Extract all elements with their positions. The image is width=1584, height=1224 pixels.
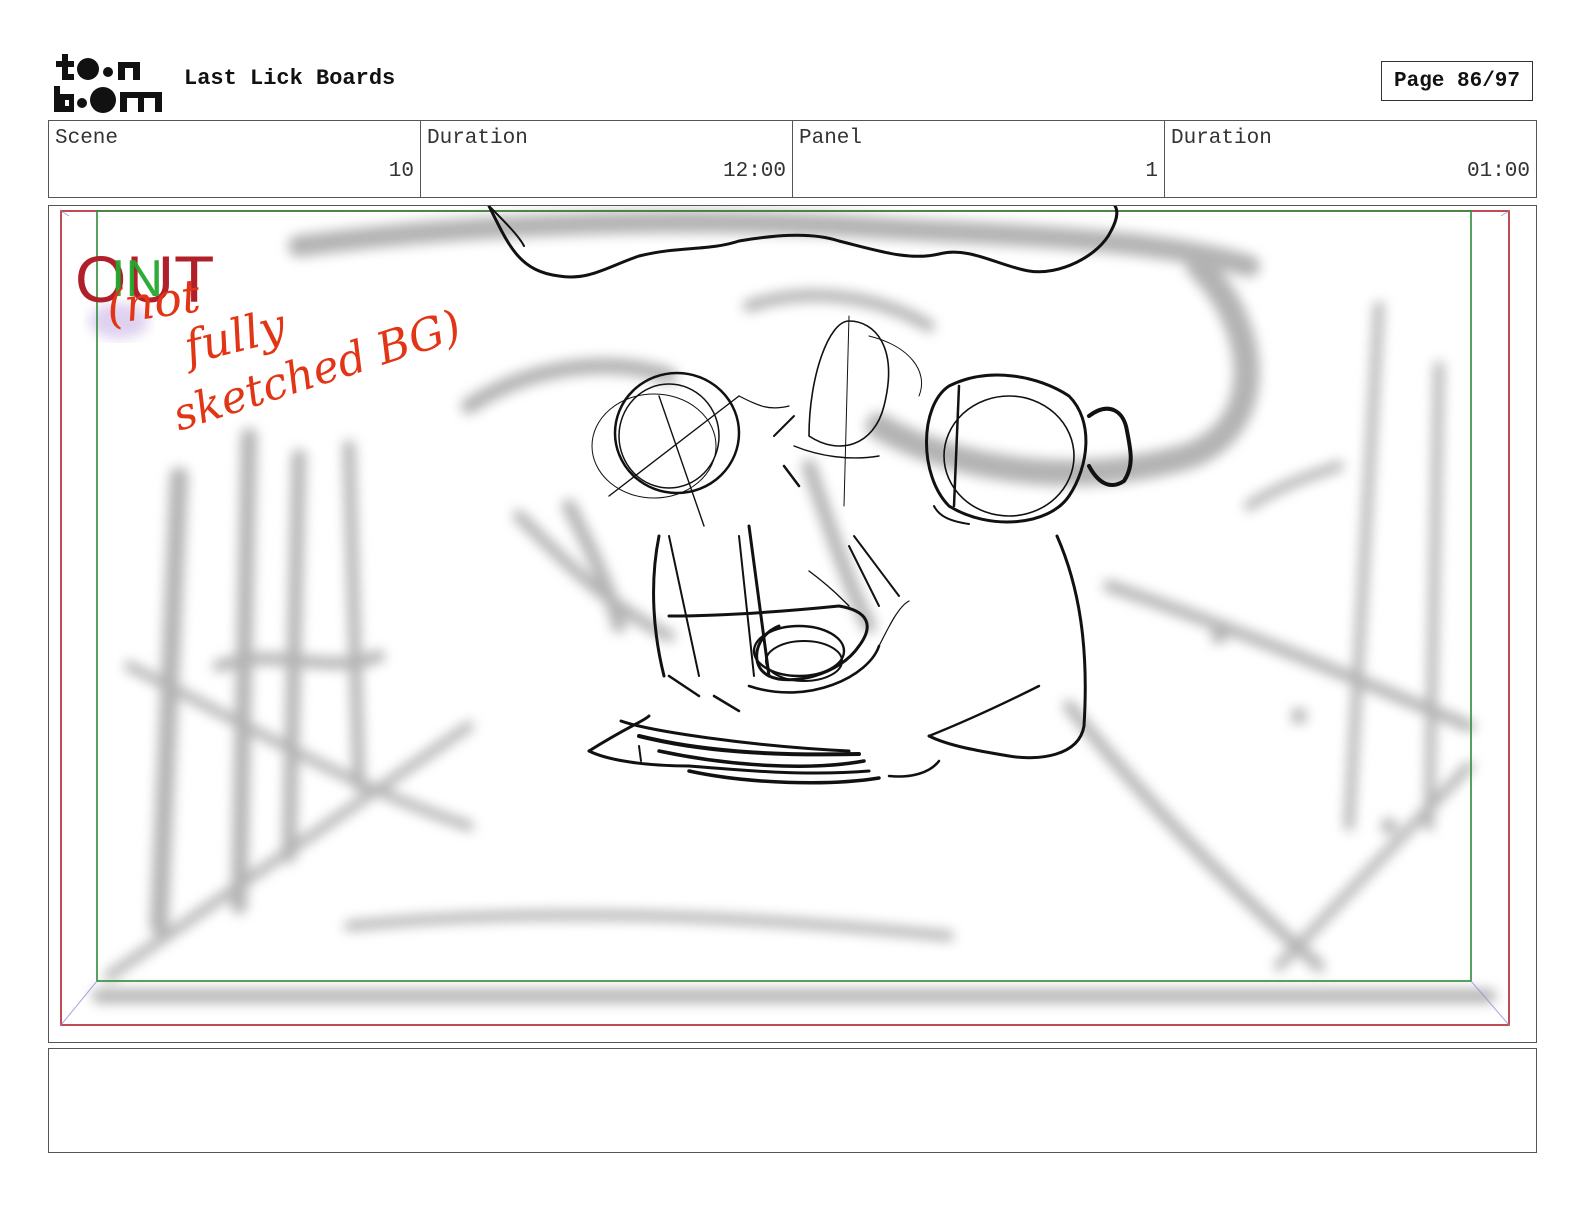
panel-label: Panel [799,127,863,150]
scene-label: Scene [55,127,119,150]
scene-cell: Scene 10 [49,121,421,197]
page-indicator: Page 86/97 [1381,61,1533,101]
action-frame [96,210,1472,982]
toon-boom-logo [52,50,164,114]
panel-caption-box [48,1048,1537,1153]
panel-drawing: OUT IN (not fully sketched BG) [60,206,1510,1026]
panel-info-table: Scene 10 Duration 12:00 Panel 1 Duration… [48,120,1537,198]
scene-duration-cell: Duration 12:00 [421,121,793,197]
scene-value: 10 [388,160,414,183]
scene-duration-label: Duration [427,127,528,150]
panel-cell: Panel 1 [793,121,1165,197]
panel-duration-value: 01:00 [1466,160,1530,183]
handwritten-note: (not fully sketched BG) [103,268,467,441]
panel-value: 1 [1145,160,1158,183]
scene-duration-value: 12:00 [722,160,786,183]
panel-duration-label: Duration [1171,127,1272,150]
document-title: Last Lick Boards [184,66,396,91]
storyboard-panel: OUT IN (not fully sketched BG) [48,205,1537,1043]
panel-duration-cell: Duration 01:00 [1165,121,1536,197]
